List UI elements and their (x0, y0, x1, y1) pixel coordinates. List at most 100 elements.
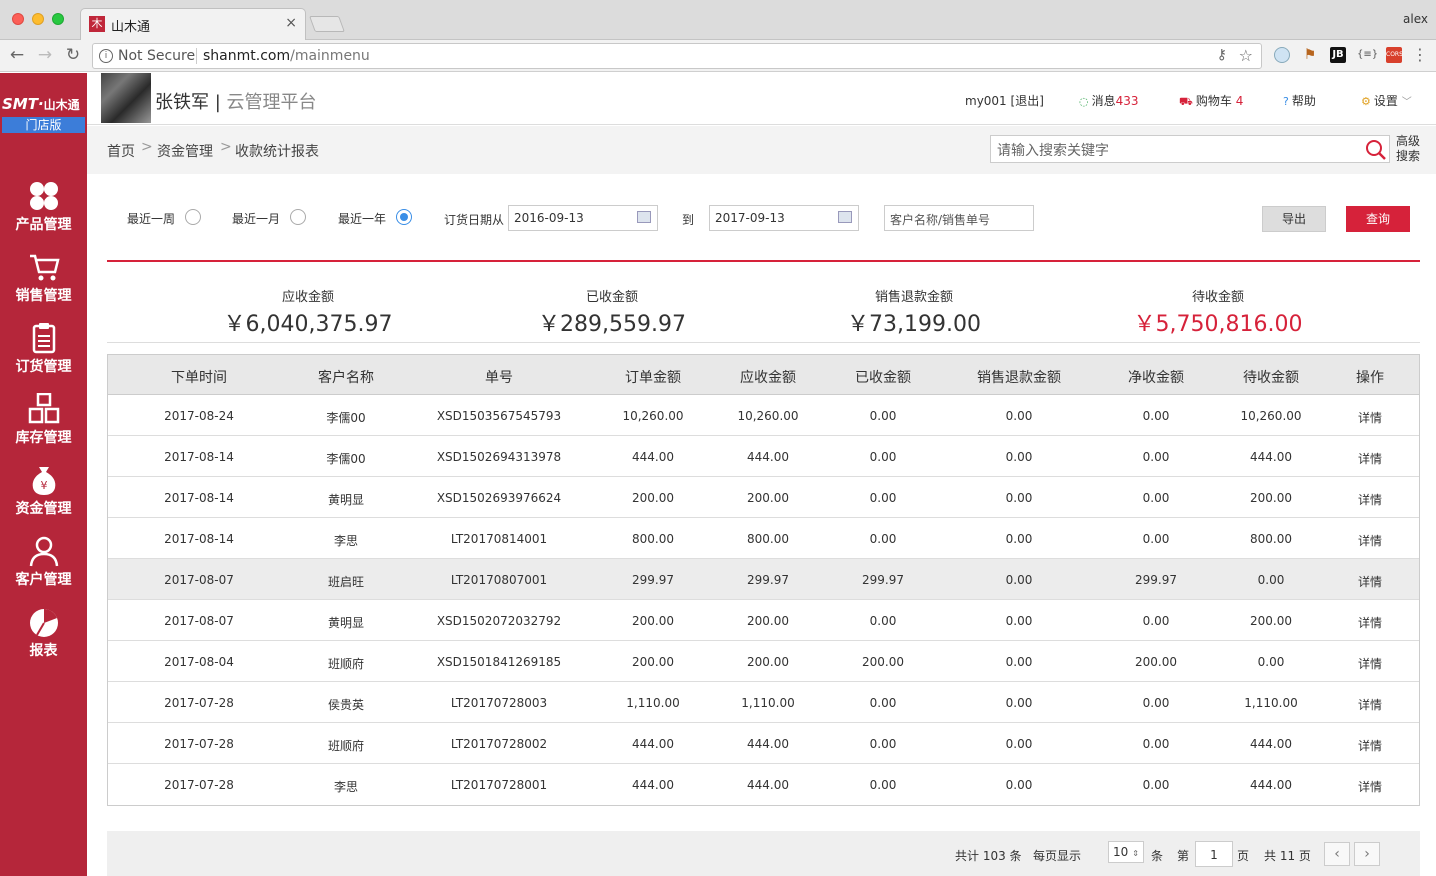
details-link[interactable]: 详情 (1340, 737, 1400, 754)
sidebar-item-customers[interactable]: 客户管理 (0, 535, 87, 605)
extension-pin-icon[interactable]: ⚑ (1302, 47, 1318, 63)
details-link[interactable]: 详情 (1340, 655, 1400, 672)
info-icon[interactable]: i (99, 49, 113, 63)
table-row[interactable]: 2017-07-28 班顺府 LT20170728002 444.00 444.00 0.… (108, 723, 1419, 764)
breadcrumb-home[interactable]: 首页 (107, 141, 135, 161)
date-to-input[interactable]: 2017-09-13 (709, 205, 859, 231)
sidebar-item-label: 订货管理 (15, 359, 72, 375)
close-window-button[interactable] (12, 13, 24, 25)
extension-jb-icon[interactable]: JB (1330, 47, 1346, 63)
next-page-button[interactable]: › (1354, 842, 1380, 866)
details-link[interactable]: 详情 (1340, 409, 1400, 426)
logout-link[interactable]: [退出] (1011, 94, 1044, 108)
table-cell: 10,260.00 (1240, 409, 1302, 423)
minimize-window-button[interactable] (32, 13, 44, 25)
platform-name: 云管理平台 (226, 92, 317, 113)
bookmark-star-icon[interactable]: ☆ (1239, 46, 1253, 65)
calendar-icon[interactable] (838, 211, 852, 223)
payments-table: 下单时间 客户名称 单号 订单金额 应收金额 已收金额 销售退款金额 净收金额 待收金额 操作 2… (107, 354, 1420, 806)
help-link[interactable]: ? 帮助 (1283, 92, 1316, 109)
table-row[interactable]: 2017-08-14 黄明显 XSD1502693976624 200.00 200.0… (108, 477, 1419, 518)
table-cell: 444.00 (632, 737, 674, 751)
table-cell: 0.00 (869, 614, 897, 628)
table-cell: 0.00 (1005, 696, 1033, 710)
summary-label: 待收金额 (1191, 290, 1244, 305)
close-tab-icon[interactable]: × (285, 15, 297, 31)
money-bag-icon: ¥ (32, 467, 56, 495)
table-cell: 0.00 (1005, 450, 1033, 464)
table-row[interactable]: 2017-08-14 李思 LT20170814001 800.00 800.00 0.0… (108, 518, 1419, 559)
range-month-label[interactable]: 最近一月 (232, 210, 280, 227)
details-link[interactable]: 详情 (1340, 778, 1400, 795)
key-icon[interactable]: ⚷ (1217, 47, 1227, 63)
sidebar-item-products[interactable]: 产品管理 (0, 180, 87, 250)
table-cell: 2017-08-24 (164, 409, 234, 423)
browser-menu-icon[interactable]: ⋮ (1412, 45, 1428, 64)
table-row[interactable]: 2017-08-07 班启旺 LT20170807001 299.97 299.97 29… (108, 559, 1419, 600)
new-tab-button[interactable] (309, 16, 345, 32)
table-row[interactable]: 2017-08-14 李儒00 XSD1502694313978 444.00 444.… (108, 436, 1419, 477)
sidebar-item-funds[interactable]: ¥ 资金管理 (0, 464, 87, 534)
prev-page-button[interactable]: ‹ (1324, 842, 1350, 866)
messages-link[interactable]: ◌ 消息433 (1079, 92, 1139, 109)
table-row[interactable]: 2017-08-04 班顺府 XSD1501841269185 200.00 200.0… (108, 641, 1419, 682)
details-link[interactable]: 详情 (1340, 532, 1400, 549)
summary-label: 已收金额 (585, 290, 638, 305)
details-link[interactable]: 详情 (1340, 696, 1400, 713)
details-link[interactable]: 详情 (1340, 491, 1400, 508)
range-week-radio[interactable] (185, 209, 201, 225)
maximize-window-button[interactable] (52, 13, 64, 25)
table-row[interactable]: 2017-07-28 侯贵英 LT20170728003 1,110.00 1,110.… (108, 682, 1419, 723)
extension-json-icon[interactable]: {≡} (1357, 47, 1378, 63)
cart-link[interactable]: ⛟ 购物车 4 (1179, 92, 1243, 110)
calendar-icon[interactable] (637, 211, 651, 223)
extension-cors-icon[interactable]: CORS (1386, 47, 1403, 63)
details-link[interactable]: 详情 (1340, 450, 1400, 467)
table-cell: 0.00 (1005, 409, 1033, 423)
browser-user[interactable]: alex (1403, 12, 1428, 26)
per-page-select[interactable]: 10 ⇕ (1108, 841, 1144, 863)
table-cell: LT20170807001 (450, 573, 548, 587)
logo[interactable]: SMT·山木通 门店版 (0, 73, 87, 135)
search-icon[interactable] (1365, 139, 1387, 161)
url-text[interactable]: shanmt.com/mainmenu (203, 48, 370, 64)
table-row[interactable]: 2017-07-28 李思 LT20170728001 444.00 444.00 0.0… (108, 764, 1419, 805)
details-link[interactable]: 详情 (1340, 573, 1400, 590)
customer-search-input[interactable]: 客户名称/销售单号 (884, 205, 1034, 231)
breadcrumb-funds[interactable]: 资金管理 (157, 141, 213, 161)
url-host: shanmt.com (203, 48, 291, 64)
table-row[interactable]: 2017-08-07 黄明显 XSD1502072032792 200.00 200.0… (108, 600, 1419, 641)
back-icon[interactable]: ← (6, 44, 28, 66)
forward-icon[interactable]: → (34, 44, 56, 66)
summary-pending: 待收金额 ￥5,750,816.00 (1108, 286, 1328, 338)
sidebar-item-sales[interactable]: 销售管理 (0, 251, 87, 321)
reload-icon[interactable]: ↻ (62, 44, 84, 66)
date-to-label: 到 (682, 213, 695, 227)
search-input[interactable]: 请输入搜索关键字 (990, 135, 1390, 163)
table-cell: 0.00 (869, 778, 897, 792)
extension-globe-icon[interactable] (1274, 47, 1290, 63)
sidebar-item-reports[interactable]: 报表 (0, 606, 87, 676)
sidebar-item-orders[interactable]: 订货管理 (0, 322, 87, 392)
date-from-input[interactable]: 2016-09-13 (508, 205, 658, 231)
page-number-input[interactable]: 1 (1195, 841, 1233, 867)
table-cell: 444.00 (747, 737, 789, 751)
table-cell: 444.00 (747, 778, 789, 792)
advanced-search-link[interactable]: 高级搜索 (1396, 134, 1422, 164)
address-bar[interactable]: i Not Secure shanmt.com/mainmenu ⚷ ☆ (92, 43, 1262, 69)
details-link[interactable]: 详情 (1340, 614, 1400, 631)
range-year-label[interactable]: 最近一年 (338, 210, 386, 227)
range-month-radio[interactable] (290, 209, 306, 225)
settings-link[interactable]: ⚙ 设置 ﹀ (1361, 92, 1412, 109)
total-pages: 共 11 页 (1264, 849, 1311, 863)
column-header: 应收金额 (740, 370, 796, 386)
range-week-label[interactable]: 最近一周 (127, 210, 175, 227)
summary-receivable: 应收金额 ￥6,040,375.97 (198, 286, 418, 338)
sidebar-item-inventory[interactable]: 库存管理 (0, 393, 87, 463)
query-button[interactable]: 查询 (1346, 206, 1410, 232)
browser-tab[interactable]: 木 山木通 × (80, 8, 306, 40)
export-button[interactable]: 导出 (1262, 206, 1326, 232)
table-row[interactable]: 2017-08-24 李儒00 XSD1503567545793 10,260.00 1… (108, 395, 1419, 436)
range-year-radio[interactable] (396, 209, 412, 225)
summary-label: 销售退款金额 (874, 290, 953, 305)
